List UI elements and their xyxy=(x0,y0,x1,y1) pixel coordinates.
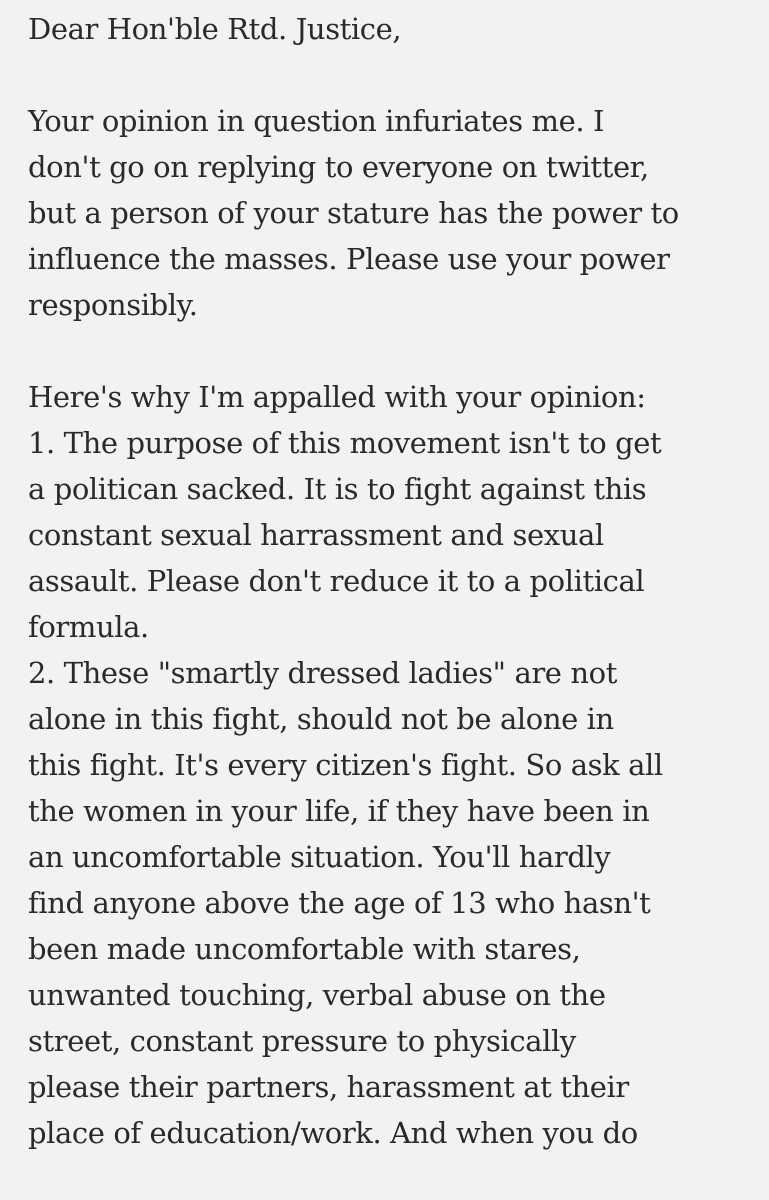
text-line: place of education/work. And when you do xyxy=(28,1116,638,1150)
text-line: formula. xyxy=(28,610,149,644)
text-line: the women in your life, if they have bee… xyxy=(28,794,650,828)
text-line: constant sexual harrassment and sexual xyxy=(28,518,604,552)
text-line: 1. The purpose of this movement isn't to… xyxy=(28,426,662,460)
text-line: 2. These "smartly dressed ladies" are no… xyxy=(28,656,617,690)
salutation: Dear Hon'ble Rtd. Justice, xyxy=(28,12,402,46)
note-body: Dear Hon'ble Rtd. Justice, Your opinion … xyxy=(28,6,763,1156)
text-line: don't go on replying to everyone on twit… xyxy=(28,150,649,184)
text-line: but a person of your stature has the pow… xyxy=(28,196,679,230)
paragraph-1: Your opinion in question infuriates me. … xyxy=(28,98,763,328)
text-line: unwanted touching, verbal abuse on the xyxy=(28,978,606,1012)
text-line: alone in this fight, should not be alone… xyxy=(28,702,614,736)
text-line: Your opinion in question infuriates me. … xyxy=(28,104,605,138)
text-line: influence the masses. Please use your po… xyxy=(28,242,670,276)
text-line: responsibly. xyxy=(28,288,198,322)
text-line: assault. Please don't reduce it to a pol… xyxy=(28,564,645,598)
text-line: an uncomfortable situation. You'll hardl… xyxy=(28,840,611,874)
text-line: a politican sacked. It is to fight again… xyxy=(28,472,647,506)
text-line: been made uncomfortable with stares, xyxy=(28,932,581,966)
text-line: Here's why I'm appalled with your opinio… xyxy=(28,380,646,414)
text-line: street, constant pressure to physically xyxy=(28,1024,576,1058)
text-line: please their partners, harassment at the… xyxy=(28,1070,629,1104)
text-line: this fight. It's every citizen's fight. … xyxy=(28,748,663,782)
paragraph-2: Here's why I'm appalled with your opinio… xyxy=(28,374,763,1156)
text-line: find anyone above the age of 13 who hasn… xyxy=(28,886,651,920)
